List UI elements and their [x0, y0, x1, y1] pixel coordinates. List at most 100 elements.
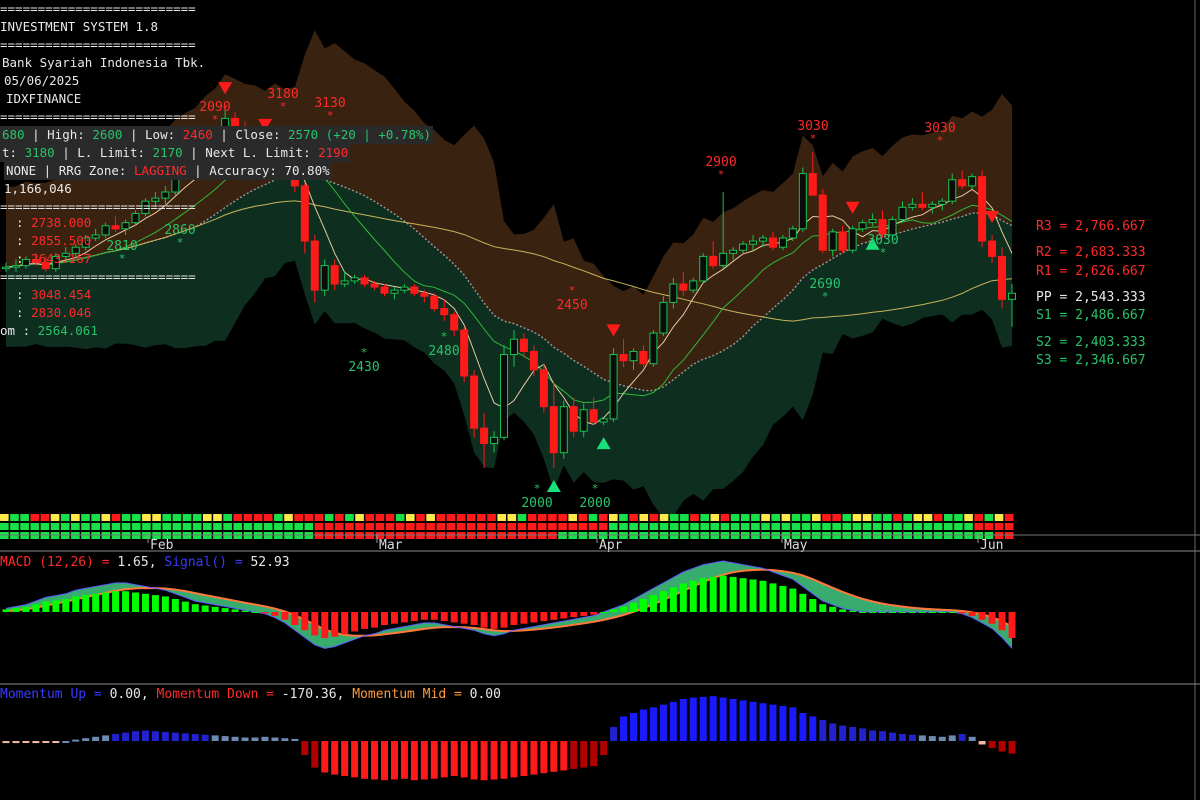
- candle-body: [251, 142, 260, 150]
- macd-histogram-bar: [779, 586, 787, 612]
- status-cell: [284, 523, 293, 530]
- status-cell: [111, 523, 121, 530]
- momentum-bar: [181, 733, 189, 741]
- momentum-bar: [809, 716, 817, 741]
- macd-histogram-bar: [161, 596, 169, 612]
- status-cell: [883, 514, 892, 521]
- status-cell: [568, 514, 578, 521]
- status-cell: [203, 514, 212, 521]
- candle-body: [619, 354, 628, 362]
- pivot-pp: PP = 2,543.333: [1036, 290, 1146, 305]
- candle-body: [91, 234, 100, 239]
- candle-body: [539, 369, 548, 408]
- macd-histogram-bar: [600, 612, 608, 613]
- momentum-bar: [769, 704, 777, 741]
- momentum-bar: [92, 736, 100, 741]
- macd-histogram-bar: [151, 595, 159, 612]
- macd-histogram-bar: [12, 608, 20, 612]
- status-cell: [872, 514, 882, 521]
- momentum-bar: [390, 741, 398, 780]
- status-cell: [974, 523, 984, 530]
- candle-body: [21, 258, 30, 267]
- candle-body: [749, 240, 758, 245]
- macd-histogram-bar: [42, 601, 50, 612]
- candle-body: [330, 265, 339, 285]
- candle-body: [280, 151, 289, 165]
- macd-histogram-bar: [201, 605, 209, 612]
- status-cell: [923, 514, 933, 521]
- macd-histogram-bar: [898, 612, 906, 613]
- candle-body: [948, 179, 957, 202]
- status-cell: [537, 514, 547, 521]
- pivot-s2: S2 = 2,403.333: [1036, 335, 1146, 350]
- status-cell: [10, 523, 19, 530]
- candle-body: [121, 222, 130, 230]
- macd-panel: [2, 560, 1016, 649]
- status-cell: [416, 514, 425, 521]
- momentum-bar: [779, 706, 787, 741]
- momentum-bar: [570, 741, 578, 769]
- macd-histogram-bar: [460, 612, 468, 624]
- momentum-bar: [520, 741, 528, 776]
- momentum-bar: [211, 735, 219, 741]
- candle-body: [788, 228, 797, 239]
- macd-histogram-bar: [580, 612, 588, 616]
- status-cell: [243, 514, 253, 521]
- candle-body: [270, 151, 279, 162]
- candle-body: [370, 283, 379, 288]
- macd-histogram-bar: [171, 599, 179, 612]
- macd-histogram-bar: [620, 606, 628, 612]
- status-cell: [355, 523, 364, 530]
- macd-histogram-bar: [470, 612, 478, 625]
- price-annotation: 2430: [348, 360, 379, 375]
- status-cell: [629, 514, 638, 521]
- status-cell: [487, 514, 496, 521]
- momentum-bar: [659, 704, 667, 741]
- candle-body: [31, 258, 40, 264]
- candle-body: [490, 436, 499, 444]
- annotation-star: *: [880, 246, 887, 259]
- status-cell: [436, 523, 446, 530]
- macd-histogram-bar: [948, 612, 956, 613]
- status-cell: [903, 523, 912, 530]
- status-cell: [801, 523, 811, 530]
- status-cell: [984, 523, 994, 530]
- macd-histogram-bar: [649, 595, 657, 612]
- candle-body: [818, 194, 827, 251]
- status-cell: [690, 523, 699, 530]
- status-cell: [832, 523, 841, 530]
- candle-body: [529, 350, 538, 371]
- macd-histogram-bar: [261, 612, 269, 614]
- status-cell: [609, 514, 618, 521]
- macd-histogram-bar: [849, 610, 857, 612]
- momentum-bar: [689, 697, 697, 741]
- status-cell: [872, 523, 882, 530]
- status-cell: [334, 523, 344, 530]
- momentum-bar: [729, 699, 737, 741]
- macd-histogram-bar: [859, 612, 867, 613]
- momentum-bar: [510, 741, 518, 778]
- status-cell: [30, 523, 40, 530]
- candle-body: [928, 203, 937, 208]
- momentum-bar: [719, 697, 727, 741]
- macd-histogram-bar: [291, 612, 299, 625]
- status-cell: [619, 523, 628, 530]
- status-cell: [284, 514, 293, 521]
- momentum-bar: [928, 736, 936, 741]
- annotation-star: *: [592, 482, 599, 495]
- status-cell: [852, 514, 862, 521]
- macd-histogram-bar: [122, 591, 130, 612]
- candle-body: [848, 228, 857, 251]
- momentum-bar: [869, 730, 877, 741]
- status-cell: [263, 523, 273, 530]
- momentum-bar: [679, 699, 687, 741]
- status-cell: [730, 514, 740, 521]
- candle-body: [808, 173, 817, 196]
- macd-histogram-bar: [530, 612, 538, 623]
- momentum-bar: [251, 737, 259, 741]
- status-cell: [426, 523, 435, 530]
- status-cell: [131, 523, 141, 530]
- price-annotation: 2000: [521, 496, 552, 511]
- momentum-bar: [42, 741, 50, 743]
- candle-body: [589, 409, 598, 423]
